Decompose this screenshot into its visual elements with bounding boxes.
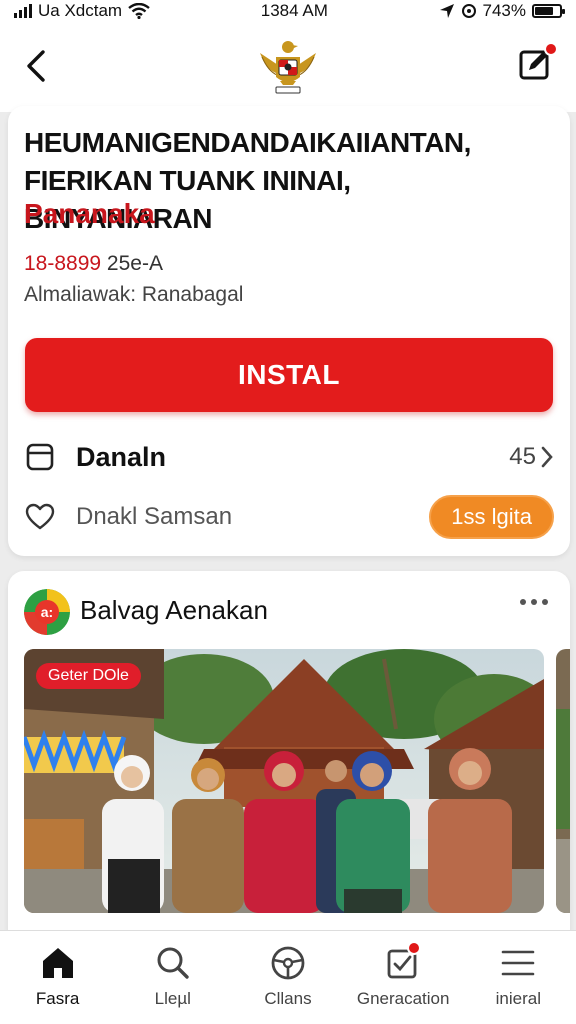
nav-label-home: Fasra <box>35 989 80 1008</box>
signal-icon <box>14 4 32 18</box>
post-card: a: Balvag Aenakan Geter DOle <box>8 571 570 931</box>
heart-icon[interactable] <box>24 501 56 533</box>
battery-icon <box>532 4 565 18</box>
chevron-right-icon <box>541 446 553 468</box>
download-row[interactable]: Danaln 45 <box>24 433 554 481</box>
status-right: 743% <box>439 1 565 21</box>
more-horizontal-icon[interactable] <box>520 599 548 605</box>
status-bar: Ua Xdctam 1384 AM 743% <box>0 0 576 22</box>
post-photo[interactable]: Geter DOle <box>24 649 544 913</box>
app-title-line-1: HEUMANIGENDANDAIKAIIANTAN, <box>24 127 471 158</box>
app-header <box>0 22 576 112</box>
app-info-card: HEUMANIGENDANDAIKAIIANTAN, FIERIKAN TUAN… <box>8 106 570 556</box>
menu-icon <box>498 943 538 983</box>
wifi-icon <box>128 3 150 19</box>
notification-dot <box>544 42 558 56</box>
battery-percent: 743% <box>482 1 526 20</box>
nav-item-menu[interactable]: inieral <box>463 943 573 1009</box>
steering-wheel-icon <box>268 943 308 983</box>
nav-item-home[interactable]: Fasra <box>3 943 113 1009</box>
home-icon <box>38 943 78 983</box>
image-badge: Geter DOle <box>36 663 141 689</box>
bottom-nav: Fasra Lleµl Cllans Gneracation inieral <box>0 930 576 1024</box>
nav-label-steering: Cllans <box>264 989 312 1008</box>
app-meta-id: 18-8899 <box>24 252 102 275</box>
search-icon <box>153 943 193 983</box>
avatar[interactable]: a: <box>24 589 70 635</box>
nav-item-steering[interactable]: Cllans <box>233 943 343 1009</box>
nav-item-generation[interactable]: Gneracation <box>348 941 458 1009</box>
chevron-left-icon <box>27 50 45 82</box>
app-subtitle: Pananaka <box>24 198 155 229</box>
app-meta: 18-8899 25e-A <box>24 252 163 276</box>
action-pill-button[interactable]: 1ss lgita <box>429 495 554 539</box>
favorite-row: Dnakl Samsan 1ss lgita <box>24 493 554 541</box>
install-button[interactable]: INSTAL <box>25 338 553 412</box>
garuda-emblem-icon <box>260 41 316 94</box>
nav-label-generation: Gneracation <box>356 989 450 1008</box>
download-count: 45 <box>509 443 536 470</box>
carrier-name: Ua Xdctam <box>38 1 123 20</box>
avatar-text: a: <box>41 604 53 620</box>
status-left: Ua Xdctam <box>14 1 150 21</box>
download-label: Danaln <box>76 441 167 472</box>
nav-label-search: Lleµl <box>154 989 191 1008</box>
check-box-icon <box>383 941 423 983</box>
storage-icon <box>24 441 56 473</box>
next-photo-preview[interactable] <box>556 649 570 913</box>
favorite-label: Dnakl Samsan <box>76 503 233 530</box>
nav-item-search[interactable]: Lleµl <box>118 943 228 1009</box>
app-meta-version: 25e-A <box>106 252 163 275</box>
back-button[interactable] <box>18 46 54 86</box>
nav-label-menu: inieral <box>495 989 542 1008</box>
edit-button[interactable] <box>516 42 558 84</box>
app-developer: Almaliawak: Ranabagal <box>24 283 244 306</box>
location-icon <box>439 4 454 18</box>
status-time: 1384 AM <box>260 1 328 20</box>
battery-fill <box>535 7 553 15</box>
post-author[interactable]: Balvag Aenakan <box>80 595 268 626</box>
alarm-icon <box>461 4 476 18</box>
